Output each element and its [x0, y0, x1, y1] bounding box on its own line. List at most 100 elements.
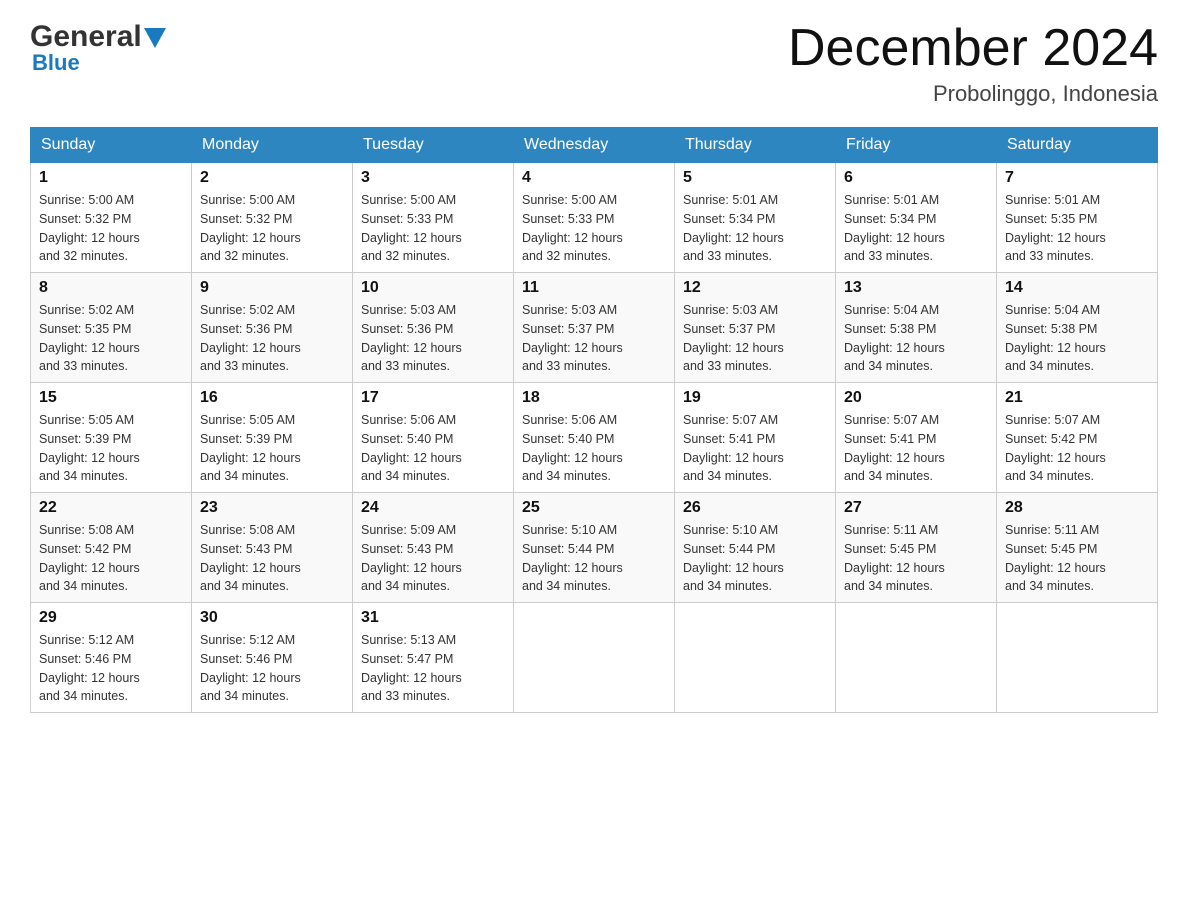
day-info: Sunrise: 5:08 AMSunset: 5:43 PMDaylight:…: [200, 523, 301, 593]
day-info: Sunrise: 5:09 AMSunset: 5:43 PMDaylight:…: [361, 523, 462, 593]
week-row-1: 1 Sunrise: 5:00 AMSunset: 5:32 PMDayligh…: [31, 163, 1158, 273]
day-number: 1: [39, 169, 183, 187]
day-cell-14: 14 Sunrise: 5:04 AMSunset: 5:38 PMDaylig…: [997, 273, 1158, 383]
day-info: Sunrise: 5:02 AMSunset: 5:35 PMDaylight:…: [39, 303, 140, 373]
location-text: Probolinggo, Indonesia: [788, 81, 1158, 107]
header-cell-monday: Monday: [192, 128, 353, 163]
day-info: Sunrise: 5:11 AMSunset: 5:45 PMDaylight:…: [1005, 523, 1106, 593]
day-cell-19: 19 Sunrise: 5:07 AMSunset: 5:41 PMDaylig…: [675, 383, 836, 493]
day-number: 12: [683, 279, 827, 297]
day-cell-27: 27 Sunrise: 5:11 AMSunset: 5:45 PMDaylig…: [836, 493, 997, 603]
empty-cell: [836, 603, 997, 713]
header-cell-friday: Friday: [836, 128, 997, 163]
day-info: Sunrise: 5:06 AMSunset: 5:40 PMDaylight:…: [522, 413, 623, 483]
week-row-4: 22 Sunrise: 5:08 AMSunset: 5:42 PMDaylig…: [31, 493, 1158, 603]
header-row: SundayMondayTuesdayWednesdayThursdayFrid…: [31, 128, 1158, 163]
day-number: 29: [39, 609, 183, 627]
day-number: 27: [844, 499, 988, 517]
day-cell-26: 26 Sunrise: 5:10 AMSunset: 5:44 PMDaylig…: [675, 493, 836, 603]
day-number: 2: [200, 169, 344, 187]
day-cell-6: 6 Sunrise: 5:01 AMSunset: 5:34 PMDayligh…: [836, 163, 997, 273]
header-cell-thursday: Thursday: [675, 128, 836, 163]
day-info: Sunrise: 5:07 AMSunset: 5:42 PMDaylight:…: [1005, 413, 1106, 483]
day-info: Sunrise: 5:05 AMSunset: 5:39 PMDaylight:…: [200, 413, 301, 483]
day-info: Sunrise: 5:11 AMSunset: 5:45 PMDaylight:…: [844, 523, 945, 593]
day-cell-11: 11 Sunrise: 5:03 AMSunset: 5:37 PMDaylig…: [514, 273, 675, 383]
day-number: 4: [522, 169, 666, 187]
day-number: 20: [844, 389, 988, 407]
day-number: 8: [39, 279, 183, 297]
day-number: 13: [844, 279, 988, 297]
day-info: Sunrise: 5:03 AMSunset: 5:37 PMDaylight:…: [522, 303, 623, 373]
week-row-5: 29 Sunrise: 5:12 AMSunset: 5:46 PMDaylig…: [31, 603, 1158, 713]
day-cell-31: 31 Sunrise: 5:13 AMSunset: 5:47 PMDaylig…: [353, 603, 514, 713]
day-cell-25: 25 Sunrise: 5:10 AMSunset: 5:44 PMDaylig…: [514, 493, 675, 603]
logo: General Blue: [30, 20, 166, 76]
day-info: Sunrise: 5:04 AMSunset: 5:38 PMDaylight:…: [844, 303, 945, 373]
week-row-2: 8 Sunrise: 5:02 AMSunset: 5:35 PMDayligh…: [31, 273, 1158, 383]
day-number: 15: [39, 389, 183, 407]
day-cell-15: 15 Sunrise: 5:05 AMSunset: 5:39 PMDaylig…: [31, 383, 192, 493]
day-cell-9: 9 Sunrise: 5:02 AMSunset: 5:36 PMDayligh…: [192, 273, 353, 383]
day-number: 28: [1005, 499, 1149, 517]
day-number: 9: [200, 279, 344, 297]
day-number: 10: [361, 279, 505, 297]
day-number: 25: [522, 499, 666, 517]
day-info: Sunrise: 5:00 AMSunset: 5:33 PMDaylight:…: [522, 193, 623, 263]
day-info: Sunrise: 5:01 AMSunset: 5:35 PMDaylight:…: [1005, 193, 1106, 263]
day-info: Sunrise: 5:13 AMSunset: 5:47 PMDaylight:…: [361, 633, 462, 703]
page-header: General Blue December 2024 Probolinggo, …: [30, 20, 1158, 107]
day-number: 19: [683, 389, 827, 407]
logo-triangle-icon: [144, 28, 166, 48]
day-info: Sunrise: 5:05 AMSunset: 5:39 PMDaylight:…: [39, 413, 140, 483]
calendar-body: 1 Sunrise: 5:00 AMSunset: 5:32 PMDayligh…: [31, 163, 1158, 713]
day-cell-12: 12 Sunrise: 5:03 AMSunset: 5:37 PMDaylig…: [675, 273, 836, 383]
day-info: Sunrise: 5:02 AMSunset: 5:36 PMDaylight:…: [200, 303, 301, 373]
day-cell-24: 24 Sunrise: 5:09 AMSunset: 5:43 PMDaylig…: [353, 493, 514, 603]
day-number: 26: [683, 499, 827, 517]
day-number: 3: [361, 169, 505, 187]
day-cell-7: 7 Sunrise: 5:01 AMSunset: 5:35 PMDayligh…: [997, 163, 1158, 273]
day-number: 30: [200, 609, 344, 627]
empty-cell: [514, 603, 675, 713]
header-cell-saturday: Saturday: [997, 128, 1158, 163]
day-info: Sunrise: 5:00 AMSunset: 5:32 PMDaylight:…: [39, 193, 140, 263]
header-cell-wednesday: Wednesday: [514, 128, 675, 163]
day-cell-10: 10 Sunrise: 5:03 AMSunset: 5:36 PMDaylig…: [353, 273, 514, 383]
calendar-table: SundayMondayTuesdayWednesdayThursdayFrid…: [30, 127, 1158, 713]
logo-general-text: General: [30, 20, 142, 54]
day-cell-22: 22 Sunrise: 5:08 AMSunset: 5:42 PMDaylig…: [31, 493, 192, 603]
day-cell-28: 28 Sunrise: 5:11 AMSunset: 5:45 PMDaylig…: [997, 493, 1158, 603]
day-number: 31: [361, 609, 505, 627]
day-cell-3: 3 Sunrise: 5:00 AMSunset: 5:33 PMDayligh…: [353, 163, 514, 273]
day-cell-23: 23 Sunrise: 5:08 AMSunset: 5:43 PMDaylig…: [192, 493, 353, 603]
day-info: Sunrise: 5:10 AMSunset: 5:44 PMDaylight:…: [683, 523, 784, 593]
day-info: Sunrise: 5:00 AMSunset: 5:33 PMDaylight:…: [361, 193, 462, 263]
empty-cell: [997, 603, 1158, 713]
day-cell-2: 2 Sunrise: 5:00 AMSunset: 5:32 PMDayligh…: [192, 163, 353, 273]
day-number: 17: [361, 389, 505, 407]
day-number: 6: [844, 169, 988, 187]
logo-blue-text: Blue: [32, 50, 80, 76]
day-info: Sunrise: 5:03 AMSunset: 5:37 PMDaylight:…: [683, 303, 784, 373]
day-cell-17: 17 Sunrise: 5:06 AMSunset: 5:40 PMDaylig…: [353, 383, 514, 493]
day-info: Sunrise: 5:00 AMSunset: 5:32 PMDaylight:…: [200, 193, 301, 263]
day-number: 16: [200, 389, 344, 407]
day-number: 24: [361, 499, 505, 517]
logo-icon: General: [30, 20, 166, 54]
header-cell-sunday: Sunday: [31, 128, 192, 163]
day-cell-5: 5 Sunrise: 5:01 AMSunset: 5:34 PMDayligh…: [675, 163, 836, 273]
day-cell-13: 13 Sunrise: 5:04 AMSunset: 5:38 PMDaylig…: [836, 273, 997, 383]
day-info: Sunrise: 5:04 AMSunset: 5:38 PMDaylight:…: [1005, 303, 1106, 373]
day-cell-4: 4 Sunrise: 5:00 AMSunset: 5:33 PMDayligh…: [514, 163, 675, 273]
day-cell-21: 21 Sunrise: 5:07 AMSunset: 5:42 PMDaylig…: [997, 383, 1158, 493]
header-cell-tuesday: Tuesday: [353, 128, 514, 163]
day-info: Sunrise: 5:06 AMSunset: 5:40 PMDaylight:…: [361, 413, 462, 483]
day-cell-30: 30 Sunrise: 5:12 AMSunset: 5:46 PMDaylig…: [192, 603, 353, 713]
title-block: December 2024 Probolinggo, Indonesia: [788, 20, 1158, 107]
day-cell-18: 18 Sunrise: 5:06 AMSunset: 5:40 PMDaylig…: [514, 383, 675, 493]
calendar-header: SundayMondayTuesdayWednesdayThursdayFrid…: [31, 128, 1158, 163]
day-number: 5: [683, 169, 827, 187]
day-number: 23: [200, 499, 344, 517]
day-info: Sunrise: 5:07 AMSunset: 5:41 PMDaylight:…: [844, 413, 945, 483]
